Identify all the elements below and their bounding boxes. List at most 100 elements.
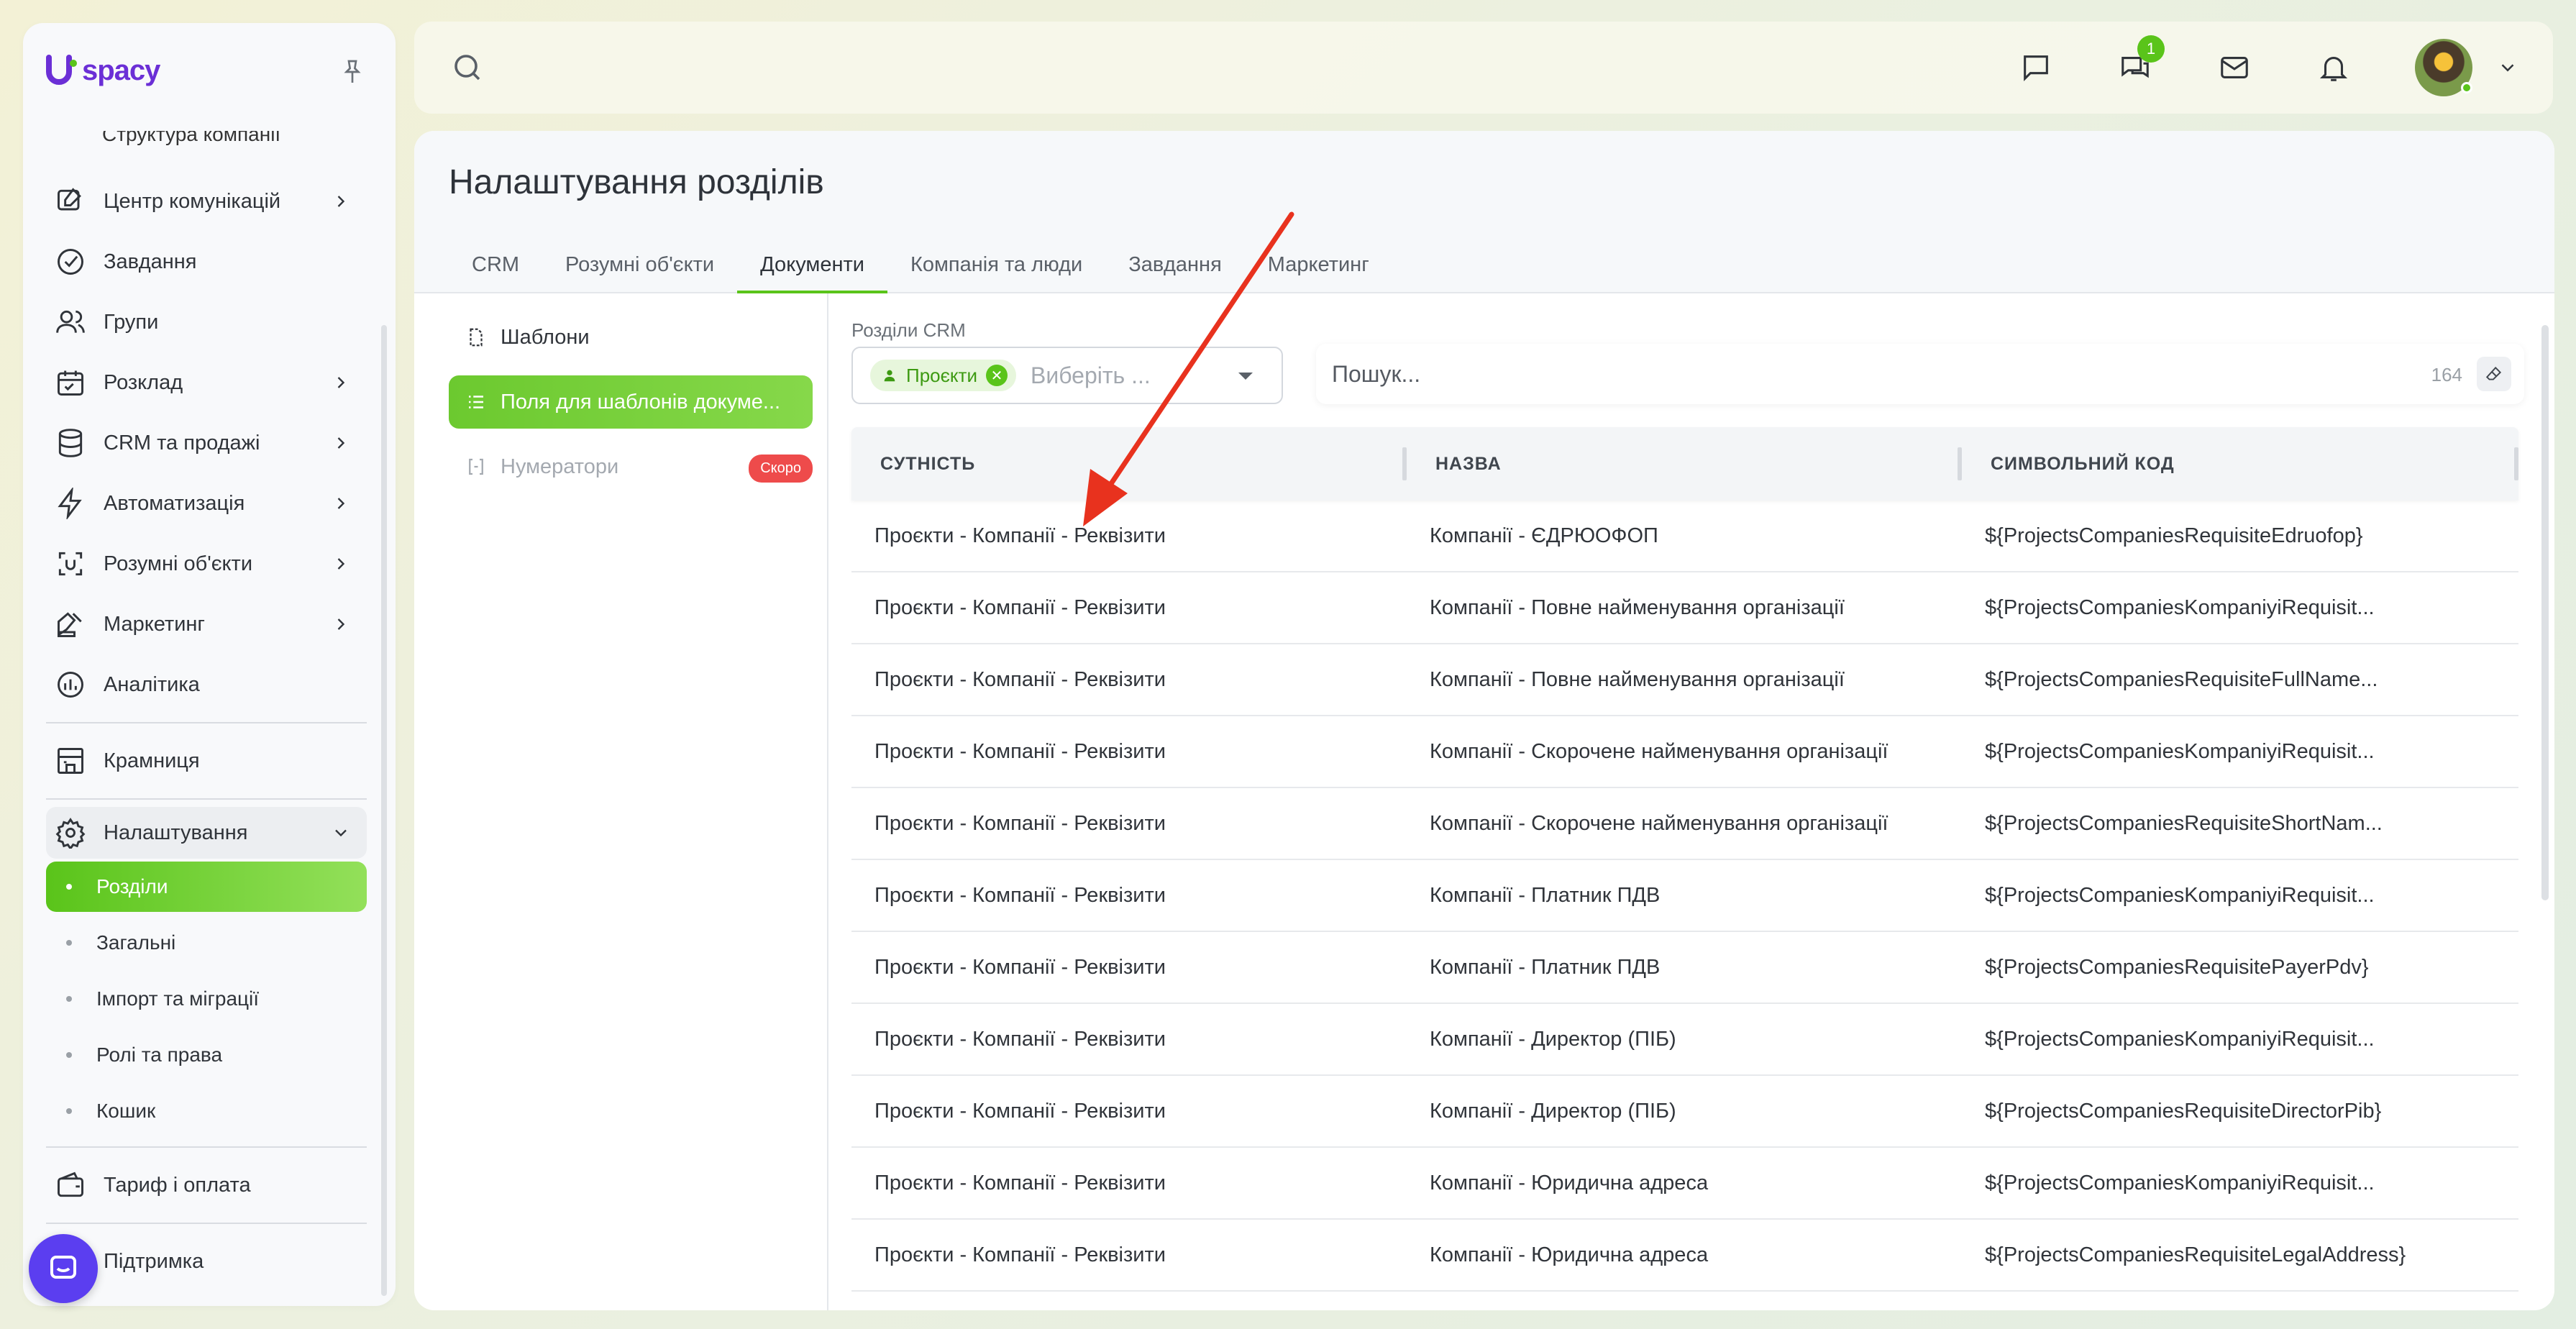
notification-badge: 1 <box>2137 35 2165 63</box>
top-bar: 1 <box>414 22 2553 114</box>
cell-entity: Проєкти - Компанії - Реквізити <box>874 811 1166 835</box>
main-scrollbar[interactable] <box>2541 325 2549 900</box>
sidebar-item-label: Розклад <box>104 370 183 394</box>
sidebar-subitem-label: Розділи <box>96 875 168 898</box>
sidebar-item-label: Крамниця <box>104 749 200 772</box>
cell-entity: Проєкти - Компанії - Реквізити <box>874 1027 1166 1051</box>
table-row[interactable]: Проєкти - Компанії - Реквізити Компанії -… <box>851 1004 2518 1076</box>
chevron-down-icon[interactable] <box>2497 57 2518 78</box>
tab-documents[interactable]: Документи <box>737 243 887 293</box>
messages-button[interactable] <box>2018 50 2054 86</box>
cell-name: Компанії - Директор (ПІБ) <box>1430 1027 1676 1051</box>
live-chat-button[interactable] <box>29 1234 98 1303</box>
tab-crm[interactable]: CRM <box>449 243 542 293</box>
table-row[interactable]: Проєкти - Компанії - Реквізити Компанії -… <box>851 572 2518 644</box>
users-icon <box>53 305 88 339</box>
sidebar-subitem-import[interactable]: Імпорт та міграції <box>46 971 367 1027</box>
tab-tasks[interactable]: Завдання <box>1105 243 1245 293</box>
sidebar-item-store[interactable]: Крамниця <box>46 731 367 791</box>
sidebar-subitem-sections[interactable]: Розділи <box>46 862 367 912</box>
sidebar-item-label: Налаштування <box>104 821 248 844</box>
sidebar-scrollbar[interactable] <box>381 325 387 1296</box>
column-header-name[interactable]: НАЗВА <box>1407 427 1962 501</box>
sidebar-item-analytics[interactable]: Аналітика <box>46 654 367 715</box>
sidebar-item-schedule[interactable]: Розклад <box>46 352 367 413</box>
cell-code: ${ProjectsCompaniesKompaniyiRequisit... <box>1985 883 2375 907</box>
chats-button[interactable]: 1 <box>2117 35 2165 86</box>
cell-name: Компанії - Скорочене найменування органі… <box>1430 739 1888 763</box>
sidebar-item-label: Підтримка <box>104 1249 204 1273</box>
menu-item-label: Поля для шаблонів докуме... <box>501 390 781 414</box>
cell-name: Компанії - Платник ПДВ <box>1430 883 1661 907</box>
sidebar-item-tasks[interactable]: Завдання <box>46 232 367 292</box>
sidebar-item-billing[interactable]: Тариф і оплата <box>46 1155 367 1215</box>
column-resizer[interactable] <box>2514 447 2518 480</box>
sidebar-item-settings[interactable]: Налаштування <box>46 807 367 859</box>
chevron-down-icon <box>335 829 347 837</box>
search-icon[interactable] <box>450 50 485 85</box>
menu-item-templates[interactable]: Шаблони <box>449 311 813 364</box>
search-input[interactable] <box>1332 360 2339 388</box>
notifications-button[interactable] <box>2316 50 2352 86</box>
search-box: 164 <box>1316 344 2524 404</box>
column-header-code[interactable]: СИМВОЛЬНИЙ КОД <box>1962 427 2518 501</box>
table-row[interactable]: Проєкти - Компанії - Реквізити Компанії -… <box>851 1148 2518 1220</box>
cell-name: Компанії - ЄДРЮОФОП <box>1430 524 1658 547</box>
table-row[interactable]: Проєкти - Компанії - Реквізити Компанії -… <box>851 788 2518 860</box>
bell-icon <box>2319 57 2348 81</box>
sidebar-item-smart-objects[interactable]: Розумні об'єкти <box>46 534 367 594</box>
tab-marketing[interactable]: Маркетинг <box>1245 243 1392 293</box>
table-row[interactable]: Проєкти - Компанії - Реквізити Компанії -… <box>851 716 2518 788</box>
tab-smart-objects[interactable]: Розумні об'єкти <box>542 243 737 293</box>
cell-entity: Проєкти - Компанії - Реквізити <box>874 667 1166 691</box>
bullet-icon <box>66 1108 72 1114</box>
menu-item-numerators[interactable]: Нумератори Скоро <box>449 440 813 493</box>
sidebar-divider <box>46 798 367 800</box>
lightning-icon <box>53 486 88 521</box>
page-title: Налаштування розділів <box>449 163 824 201</box>
table-row[interactable]: Проєкти - Компанії - Реквізити Компанії -… <box>851 860 2518 932</box>
chevron-right-icon <box>337 558 345 570</box>
brackets-icon <box>465 455 488 478</box>
table-row[interactable]: Проєкти - Компанії - Реквізити Компанії -… <box>851 932 2518 1004</box>
table-row[interactable]: Проєкти - Компанії - Реквізити Компанії -… <box>851 1220 2518 1292</box>
cell-name: Компанії - Юридична адреса <box>1430 1243 1709 1266</box>
cell-name: Компанії - Скорочене найменування органі… <box>1430 811 1888 835</box>
sidebar-item-communications[interactable]: Центр комунікацій <box>46 171 367 232</box>
pin-icon[interactable] <box>338 58 367 86</box>
remove-chip-icon[interactable]: ✕ <box>985 365 1008 386</box>
avatar[interactable] <box>2415 39 2472 96</box>
sidebar-item-label: Завдання <box>104 250 197 273</box>
sidebar-subitem-roles[interactable]: Ролі та права <box>46 1027 367 1083</box>
bullet-icon <box>66 996 72 1002</box>
cell-name: Компанії - Повне найменування організаці… <box>1430 667 1845 691</box>
table-row[interactable]: Проєкти - Компанії - Реквізити Компанії -… <box>851 644 2518 716</box>
chevron-right-icon <box>337 437 345 449</box>
mail-button[interactable] <box>2216 50 2252 86</box>
sidebar-subitem-general[interactable]: Загальні <box>46 915 367 971</box>
chat-icon <box>50 1256 76 1279</box>
clear-search-button[interactable] <box>2477 357 2511 391</box>
sidebar-subitem-trash[interactable]: Кошик <box>46 1083 367 1139</box>
soon-badge: Скоро <box>749 455 813 483</box>
cell-entity: Проєкти - Компанії - Реквізити <box>874 883 1166 907</box>
cell-entity: Проєкти - Компанії - Реквізити <box>874 1171 1166 1195</box>
column-header-entity[interactable]: СУТНІСТЬ <box>851 427 1407 501</box>
menu-item-label: Шаблони <box>501 325 590 349</box>
column-header-label: СИМВОЛЬНИЙ КОД <box>1991 453 2175 474</box>
sidebar-item-groups[interactable]: Групи <box>46 292 367 352</box>
page-header: Налаштування розділів CRM Розумні об'єкт… <box>414 131 2554 293</box>
chevron-right-icon <box>337 498 345 509</box>
sidebar-item-marketing[interactable]: Маркетинг <box>46 594 367 654</box>
menu-item-template-fields[interactable]: Поля для шаблонів докуме... <box>449 375 813 429</box>
column-header-label: НАЗВА <box>1435 453 1502 474</box>
sidebar-item-automation[interactable]: Автоматизація <box>46 473 367 534</box>
table-row[interactable]: Проєкти - Компанії - Реквізити Компанії -… <box>851 1076 2518 1148</box>
logo[interactable]: spacy <box>45 49 160 92</box>
tab-company-people[interactable]: Компанія та люди <box>887 243 1105 293</box>
chevron-right-icon <box>337 377 345 388</box>
crm-sections-select[interactable]: Проєкти ✕ Виберіть ... <box>851 347 1283 404</box>
table-row[interactable]: Проєкти - Компанії - Реквізити Компанії -… <box>851 501 2518 572</box>
sidebar-item-label: Маркетинг <box>104 612 205 636</box>
sidebar-item-crm[interactable]: CRM та продажі <box>46 413 367 473</box>
